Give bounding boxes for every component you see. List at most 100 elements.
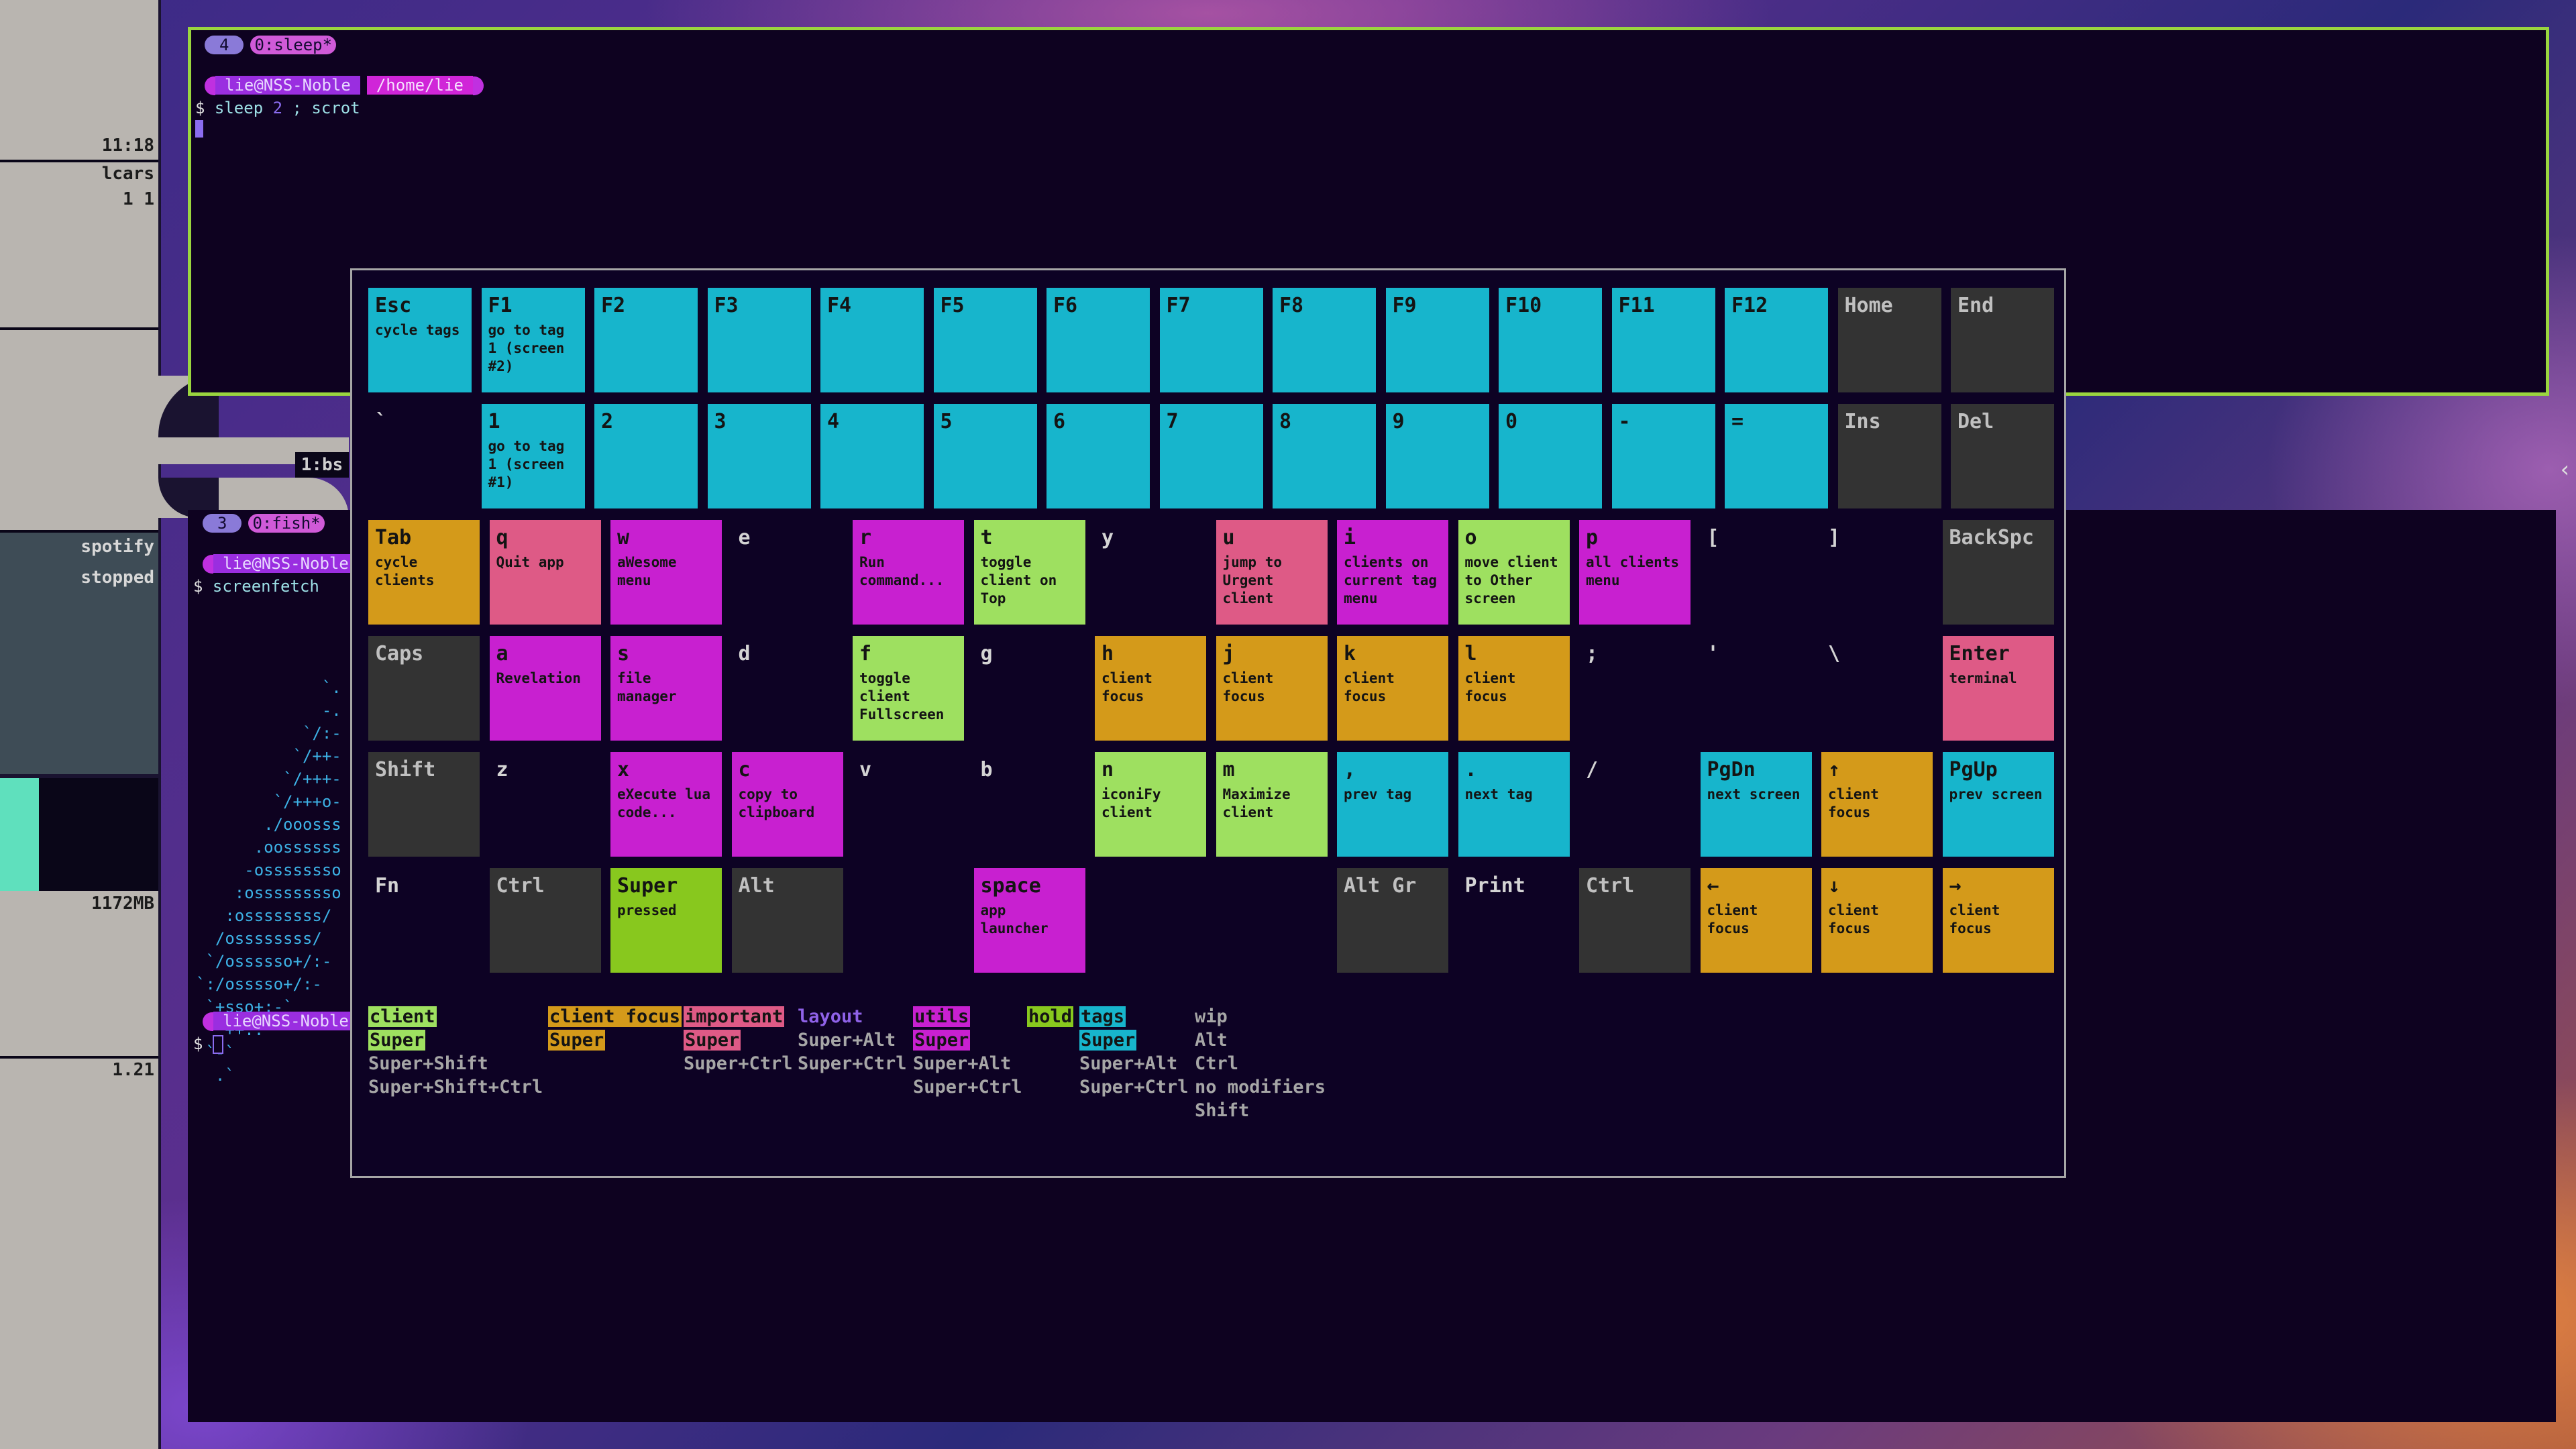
legend-modifier: Super+Alt xyxy=(913,1053,1012,1074)
key-1-8: 8 xyxy=(1273,404,1376,508)
key-0-9: F9 xyxy=(1385,288,1489,392)
key-2-4: r Run command... xyxy=(853,520,964,625)
prompt-dir: /home/lie xyxy=(366,76,473,95)
key-label: 8 xyxy=(1279,410,1292,433)
key-description: terminal xyxy=(1949,670,2017,686)
key-label: b xyxy=(980,758,993,782)
key-label: r xyxy=(859,526,872,549)
legend-group-important: important Super Super+Ctrl xyxy=(684,1005,793,1075)
key-label: ; xyxy=(1586,642,1599,665)
lcars-panel-wm xyxy=(0,162,158,327)
key-description: Quit app xyxy=(496,554,564,570)
key-0-8: F8 xyxy=(1273,288,1376,392)
key-3-11: ' xyxy=(1701,636,1812,741)
key-3-0: Caps xyxy=(368,636,480,741)
legend-group-client-focus: client focus Super xyxy=(548,1005,682,1052)
key-label: F10 xyxy=(1505,294,1542,317)
legend-group-utils: utils Super Super+Alt Super+Ctrl xyxy=(913,1005,1022,1099)
key-3-5: g xyxy=(974,636,1085,741)
text-cursor xyxy=(212,1035,223,1054)
prompt-user: lie@NSS-Noble xyxy=(215,76,360,95)
memory: 1172MB xyxy=(91,894,154,914)
tab-number[interactable]: 4 xyxy=(205,36,244,54)
key-3-7: j client focus xyxy=(1216,636,1328,741)
key-label: F11 xyxy=(1618,294,1655,317)
legend-modifier: Super+Shift+Ctrl xyxy=(368,1077,543,1097)
key-description: client focus xyxy=(1707,902,1758,936)
key-1-6: 6 xyxy=(1046,404,1150,508)
key-1-0: ` xyxy=(368,404,472,508)
key-label: i xyxy=(1344,526,1356,549)
key-label: ↑ xyxy=(1828,758,1841,782)
key-0-10: F10 xyxy=(1499,288,1602,392)
legend-modifier: Super xyxy=(368,1030,426,1051)
legend-modifier: Super+Shift xyxy=(368,1053,488,1074)
legend-modifier: no modifiers xyxy=(1195,1077,1326,1097)
key-label: n xyxy=(1102,758,1114,782)
key-label: 5 xyxy=(940,410,953,433)
hotkeys-popup[interactable]: Esc cycle tags F1 go to tag 1 (screen #2) F2… xyxy=(350,268,2066,1178)
legend-group-client: client Super Super+Shift Super+Shift+Ctrl xyxy=(368,1005,543,1099)
key-label: / xyxy=(1586,758,1599,782)
key-5-1: Ctrl xyxy=(489,868,601,973)
key-4-8: , prev tag xyxy=(1337,752,1448,857)
prompt-user-2: lie@NSS-Noble xyxy=(213,1012,358,1030)
key-description: Revelation xyxy=(496,670,581,686)
legend-title: client xyxy=(368,1006,437,1027)
key-label: m xyxy=(1222,758,1235,782)
key-3-8: k client focus xyxy=(1337,636,1448,741)
tab-number[interactable]: 3 xyxy=(203,514,242,533)
key-label: F2 xyxy=(601,294,626,317)
key-label: 7 xyxy=(1166,410,1179,433)
key-description: file manager xyxy=(617,670,677,704)
key-label: k xyxy=(1344,642,1356,665)
key-description: Run command... xyxy=(859,554,945,588)
tab-name[interactable]: 0:fish* xyxy=(248,514,325,533)
key-label: \ xyxy=(1828,642,1841,665)
key-5-13: → client focus xyxy=(1942,868,2054,973)
key-2-5: t toggle client on Top xyxy=(973,520,1085,625)
key-2-9: o move client to Other screen xyxy=(1458,520,1570,625)
key-label: y xyxy=(1102,526,1114,549)
key-0-0: Esc cycle tags xyxy=(368,288,472,392)
key-3-3: d xyxy=(732,636,843,741)
key-label: = xyxy=(1731,410,1744,433)
key-4-2: x eXecute lua code... xyxy=(610,752,722,857)
key-description: toggle client Fullscreen xyxy=(859,670,945,722)
key-label: g xyxy=(980,642,993,665)
key-label: v xyxy=(859,758,872,782)
tab-name[interactable]: 0:sleep* xyxy=(250,36,337,54)
memory-panel xyxy=(0,891,158,1056)
key-label: . xyxy=(1464,758,1477,782)
key-label: p xyxy=(1586,526,1599,549)
key-label: F3 xyxy=(714,294,739,317)
key-label: Esc xyxy=(375,294,412,317)
key-label: F6 xyxy=(1053,294,1078,317)
legend-group-tags: tags Super Super+Alt Super+Ctrl xyxy=(1079,1005,1189,1099)
key-4-11: PgDn next screen xyxy=(1700,752,1812,857)
legend-title: utils xyxy=(913,1006,971,1027)
prompt-user: lie@NSS-Noble xyxy=(213,554,358,573)
key-description: go to tag 1 (screen #1) xyxy=(488,438,565,490)
key-label: h xyxy=(1102,642,1114,665)
legend-modifier: Super xyxy=(684,1030,741,1051)
key-description: go to tag 1 (screen #2) xyxy=(488,322,565,374)
key-0-7: F7 xyxy=(1159,288,1263,392)
key-description: app launcher xyxy=(980,902,1049,936)
key-label: F9 xyxy=(1392,294,1417,317)
key-1-14: Del xyxy=(1951,404,2054,508)
key-4-1: z xyxy=(490,752,601,857)
key-label: d xyxy=(738,642,751,665)
key-4-3: c copy to clipboard xyxy=(731,752,843,857)
chevron-left-icon[interactable]: ‹ xyxy=(2559,456,2572,483)
key-1-9: 9 xyxy=(1385,404,1489,508)
key-3-13: Enter terminal xyxy=(1942,636,2054,741)
key-1-3: 3 xyxy=(707,404,811,508)
key-label: ← xyxy=(1707,874,1719,898)
legend-group-wip: wip Alt Ctrl no modifiers Shift xyxy=(1195,1005,1326,1122)
key-label: 3 xyxy=(714,410,727,433)
legend-title: layout xyxy=(798,1006,863,1027)
legend-modifier: Super xyxy=(548,1030,606,1051)
key-label: 6 xyxy=(1053,410,1066,433)
key-label: w xyxy=(617,526,630,549)
